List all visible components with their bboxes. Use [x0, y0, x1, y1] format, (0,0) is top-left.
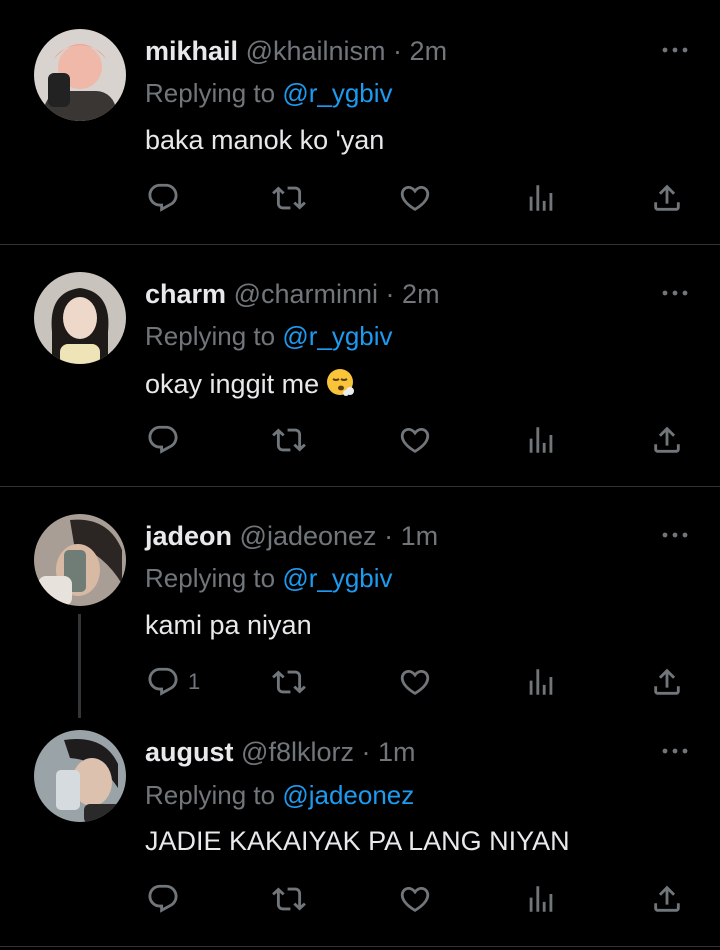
user-handle[interactable]: @f8lklorz — [241, 737, 354, 767]
more-icon[interactable] — [660, 44, 690, 56]
tweet-actions: 1 — [0, 662, 720, 702]
avatar[interactable] — [34, 730, 126, 822]
retweet-button[interactable] — [272, 420, 306, 460]
avatar[interactable] — [34, 514, 126, 606]
replying-prefix: Replying to — [145, 78, 276, 108]
mention-link[interactable]: @jadeonez — [282, 780, 414, 810]
reply-icon — [146, 882, 180, 916]
separator-dot: · — [393, 36, 403, 66]
tweet-text: okay inggit me — [145, 367, 357, 406]
more-icon[interactable] — [660, 745, 690, 757]
mention-link[interactable]: @r_ygbiv — [282, 321, 392, 351]
views-button[interactable] — [524, 879, 558, 919]
separator-dot: · — [361, 737, 371, 767]
timestamp[interactable]: 2m — [402, 279, 440, 309]
replying-prefix: Replying to — [145, 563, 276, 593]
separator-dot: · — [385, 279, 395, 309]
replying-prefix: Replying to — [145, 321, 276, 351]
user-handle[interactable]: @jadeonez — [240, 521, 377, 551]
reply-button[interactable] — [146, 879, 188, 919]
like-button[interactable] — [398, 420, 432, 460]
retweet-icon — [272, 665, 306, 699]
analytics-icon — [524, 665, 558, 699]
heart-icon — [398, 882, 432, 916]
divider — [0, 946, 720, 947]
tweet-actions — [0, 879, 720, 919]
tweet-actions — [0, 420, 720, 460]
analytics-icon — [524, 882, 558, 916]
tweet-header: charm @charminni · 2m — [145, 278, 440, 310]
display-name[interactable]: mikhail — [145, 36, 238, 66]
views-button[interactable] — [524, 420, 558, 460]
separator-dot: · — [384, 521, 394, 551]
user-handle[interactable]: @charminni — [234, 279, 378, 309]
views-button[interactable] — [524, 178, 558, 218]
share-icon — [650, 423, 684, 457]
display-name[interactable]: charm — [145, 279, 226, 309]
tweet-header: jadeon @jadeonez · 1m — [145, 520, 438, 552]
more-icon[interactable] — [660, 287, 690, 299]
share-button[interactable] — [650, 178, 684, 218]
reply-icon — [146, 423, 180, 457]
like-button[interactable] — [398, 879, 432, 919]
reply-button[interactable]: 1 — [146, 662, 200, 702]
retweet-button[interactable] — [272, 879, 306, 919]
avatar[interactable] — [34, 29, 126, 121]
tweet-text-content: okay inggit me — [145, 369, 320, 399]
mention-link[interactable]: @r_ygbiv — [282, 563, 392, 593]
retweet-icon — [272, 882, 306, 916]
divider — [0, 486, 720, 487]
like-button[interactable] — [398, 662, 432, 702]
display-name[interactable]: august — [145, 737, 234, 767]
reply-button[interactable] — [146, 420, 188, 460]
retweet-button[interactable] — [272, 662, 306, 702]
tweet-text: JADIE KAKAIYAK PA LANG NIYAN — [145, 826, 570, 856]
replying-to: Replying to @r_ygbiv — [145, 77, 393, 109]
share-button[interactable] — [650, 879, 684, 919]
heart-icon — [398, 423, 432, 457]
share-button[interactable] — [650, 420, 684, 460]
replying-to: Replying to @jadeonez — [145, 779, 414, 811]
share-icon — [650, 665, 684, 699]
heart-icon — [398, 181, 432, 215]
analytics-icon — [524, 181, 558, 215]
replying-to: Replying to @r_ygbiv — [145, 320, 393, 352]
tweet-text: baka manok ko 'yan — [145, 125, 385, 155]
reply-icon — [146, 181, 180, 215]
share-icon — [650, 181, 684, 215]
timestamp[interactable]: 1m — [401, 521, 439, 551]
user-handle[interactable]: @khailnism — [246, 36, 386, 66]
tweet-text: kami pa niyan — [145, 610, 312, 640]
reply-button[interactable] — [146, 178, 188, 218]
retweet-button[interactable] — [272, 178, 306, 218]
tweet-actions — [0, 178, 720, 218]
display-name[interactable]: jadeon — [145, 521, 232, 551]
timestamp[interactable]: 1m — [378, 737, 416, 767]
face-exhaling-icon — [325, 367, 357, 406]
timestamp[interactable]: 2m — [410, 36, 448, 66]
tweet-header: mikhail @khailnism · 2m — [145, 35, 447, 67]
like-button[interactable] — [398, 178, 432, 218]
avatar[interactable] — [34, 272, 126, 364]
share-icon — [650, 882, 684, 916]
reply-icon — [146, 665, 180, 699]
retweet-icon — [272, 181, 306, 215]
share-button[interactable] — [650, 662, 684, 702]
tweet-header: august @f8lklorz · 1m — [145, 736, 416, 768]
views-button[interactable] — [524, 662, 558, 702]
more-icon[interactable] — [660, 529, 690, 541]
replying-to: Replying to @r_ygbiv — [145, 562, 393, 594]
reply-count: 1 — [188, 669, 201, 694]
divider — [0, 244, 720, 245]
analytics-icon — [524, 423, 558, 457]
replying-prefix: Replying to — [145, 780, 276, 810]
retweet-icon — [272, 423, 306, 457]
mention-link[interactable]: @r_ygbiv — [282, 78, 392, 108]
heart-icon — [398, 665, 432, 699]
